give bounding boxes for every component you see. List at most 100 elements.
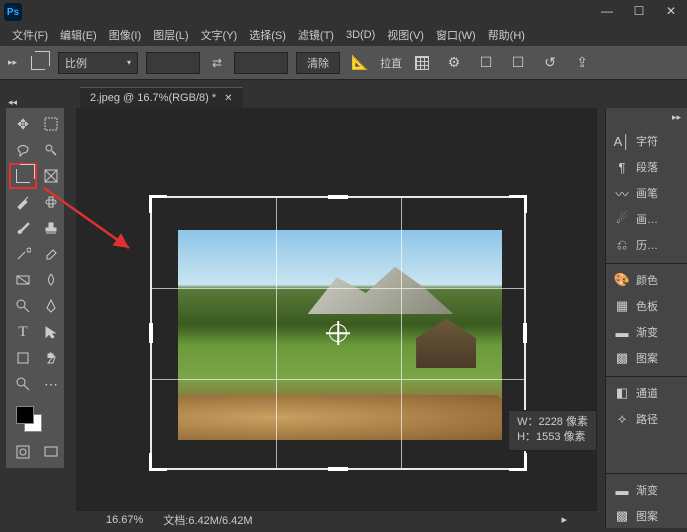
crop-handle-bl[interactable]	[149, 453, 167, 471]
menu-image[interactable]: 图像(I)	[105, 25, 145, 45]
crop-tool-indicator[interactable]	[26, 51, 50, 75]
menu-view[interactable]: 视图(V)	[383, 25, 428, 45]
crop-boundary[interactable]	[150, 196, 526, 470]
panel-color[interactable]: 🎨颜色	[606, 263, 687, 292]
ratio-preset-dropdown[interactable]: 比例	[58, 52, 138, 74]
delete-pixels-checkbox[interactable]: ☐	[474, 51, 498, 75]
gradient-tool[interactable]	[10, 268, 36, 292]
canvas[interactable]	[76, 108, 597, 514]
shape-tool[interactable]	[10, 346, 36, 370]
crop-handle-bottom[interactable]	[328, 467, 348, 471]
crop-handle-top[interactable]	[328, 195, 348, 199]
menu-layer[interactable]: 图层(L)	[149, 25, 192, 45]
title-bar: Ps	[0, 0, 687, 24]
panel-character[interactable]: A│字符	[606, 129, 687, 153]
pen-tool[interactable]	[38, 294, 64, 318]
menu-type[interactable]: 文字(Y)	[197, 25, 242, 45]
blur-tool[interactable]	[38, 268, 64, 292]
minimize-button[interactable]: —	[595, 2, 619, 20]
menu-help[interactable]: 帮助(H)	[484, 25, 529, 45]
eraser-tool[interactable]	[38, 242, 64, 266]
settings-gear-icon[interactable]: ⚙	[442, 51, 466, 75]
panel-brush-settings[interactable]: ☄画…	[606, 207, 687, 231]
quick-mask-tool[interactable]	[10, 440, 36, 464]
expand-icon[interactable]: ▸▸	[8, 57, 18, 68]
paragraph-icon: ¶	[614, 159, 630, 175]
crop-tool[interactable]	[10, 164, 36, 188]
path-select-tool[interactable]	[38, 320, 64, 344]
heal-tool[interactable]	[38, 190, 64, 214]
straighten-icon[interactable]: 📐	[348, 51, 372, 75]
close-tab-icon[interactable]: ✕	[224, 93, 232, 104]
collapse-panels-icon[interactable]: ▸▸	[606, 112, 687, 127]
pattern-icon: ▩	[614, 350, 630, 366]
share-icon[interactable]: ⇪	[570, 51, 594, 75]
content-aware-checkbox[interactable]: ☐	[506, 51, 530, 75]
tools-panel: ✥ T ⋯	[6, 108, 64, 468]
document-tab[interactable]: 2.jpeg @ 16.7%(RGB/8) * ✕	[80, 87, 243, 108]
menu-file[interactable]: 文件(F)	[8, 25, 52, 45]
eyedropper-tool[interactable]	[10, 190, 36, 214]
color-swatches[interactable]	[10, 404, 64, 438]
panel-brushes[interactable]: 〰画笔	[606, 181, 687, 205]
paths-icon: ⟡	[614, 411, 630, 427]
hand-tool[interactable]	[38, 346, 64, 370]
foreground-color[interactable]	[16, 406, 34, 424]
panel-paths[interactable]: ⟡路径	[606, 407, 687, 431]
panels-dock: ▸▸ A│字符 ¶段落 〰画笔 ☄画… ⎌历… 🎨颜色 ▦色板 ▬渐变 ▩图案 …	[605, 108, 687, 528]
straighten-label: 拉直	[380, 55, 402, 71]
character-icon: A│	[614, 133, 630, 149]
swap-dimensions-button[interactable]: ⇄	[208, 56, 226, 70]
menu-3d[interactable]: 3D(D)	[342, 27, 379, 43]
panel-channels[interactable]: ◧通道	[606, 376, 687, 405]
menu-filter[interactable]: 滤镜(T)	[294, 25, 338, 45]
tab-title: 2.jpeg @ 16.7%(RGB/8) *	[90, 92, 216, 104]
doc-info[interactable]: 文档:6.42M/6.42M	[163, 512, 252, 528]
edit-toolbar[interactable]: ⋯	[38, 372, 64, 396]
swatches-icon: ▦	[614, 298, 630, 314]
move-tool[interactable]: ✥	[10, 112, 36, 136]
type-tool[interactable]: T	[10, 320, 36, 344]
crop-handle-br[interactable]	[509, 453, 527, 471]
clear-button[interactable]: 清除	[296, 52, 340, 74]
center-target-icon	[329, 324, 347, 342]
maximize-button[interactable]: ☐	[627, 2, 651, 20]
lasso-tool[interactable]	[10, 138, 36, 162]
close-button[interactable]: ✕	[659, 2, 683, 20]
zoom-level[interactable]: 16.67%	[106, 514, 143, 526]
screen-mode-tool[interactable]	[38, 440, 64, 464]
crop-height-input[interactable]	[234, 52, 288, 74]
panel-paragraph[interactable]: ¶段落	[606, 155, 687, 179]
app-logo: Ps	[4, 3, 22, 21]
brush-tool[interactable]	[10, 216, 36, 240]
palette-icon: 🎨	[614, 272, 630, 288]
dodge-tool[interactable]	[10, 294, 36, 318]
marquee-tool[interactable]	[38, 112, 64, 136]
panel-patterns[interactable]: ▩图案	[606, 346, 687, 370]
history-icon: ⎌	[614, 237, 630, 253]
crop-handle-right[interactable]	[523, 323, 527, 343]
panel-swatches[interactable]: ▦色板	[606, 294, 687, 318]
menu-select[interactable]: 选择(S)	[245, 25, 290, 45]
reset-button[interactable]: ↺	[538, 51, 562, 75]
pattern-icon-2: ▩	[614, 508, 630, 524]
menu-edit[interactable]: 编辑(E)	[56, 25, 101, 45]
panel-patterns-2[interactable]: ▩图案	[606, 504, 687, 528]
menu-window[interactable]: 窗口(W)	[432, 25, 480, 45]
crop-handle-tr[interactable]	[509, 195, 527, 213]
zoom-tool[interactable]	[10, 372, 36, 396]
frame-tool[interactable]	[38, 164, 64, 188]
history-brush-tool[interactable]	[10, 242, 36, 266]
panel-collapse-icon[interactable]: ◂◂	[8, 97, 17, 108]
panel-gradients-2[interactable]: ▬渐变	[606, 473, 687, 502]
crop-width-input[interactable]	[146, 52, 200, 74]
gradient-icon-2: ▬	[614, 482, 630, 498]
panel-gradients[interactable]: ▬渐变	[606, 320, 687, 344]
crop-handle-tl[interactable]	[149, 195, 167, 213]
stamp-tool[interactable]	[38, 216, 64, 240]
crop-handle-left[interactable]	[149, 323, 153, 343]
panel-history[interactable]: ⎌历…	[606, 233, 687, 257]
status-caret-icon[interactable]: ▸	[561, 513, 567, 526]
quick-select-tool[interactable]	[38, 138, 64, 162]
overlay-grid-button[interactable]	[410, 51, 434, 75]
